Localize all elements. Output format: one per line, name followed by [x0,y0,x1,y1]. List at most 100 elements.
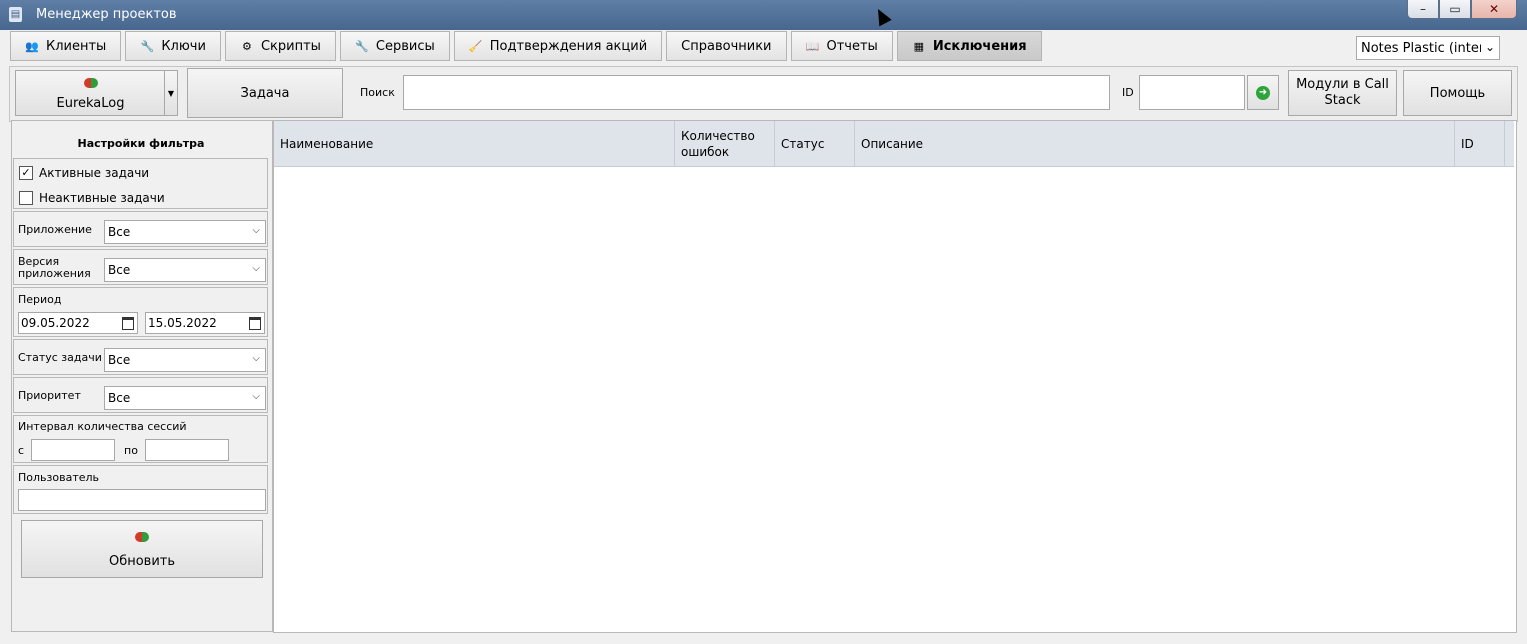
application-select-value: Все [108,225,131,239]
task-status-select-value: Все [108,353,131,367]
priority-group: Приоритет Все ⌵ [13,377,268,413]
priority-label: Приоритет [18,389,81,402]
session-interval-group: Интервал количества сессий с по [13,415,268,463]
users-icon: 👥 [25,39,39,53]
session-from-input[interactable] [31,439,115,461]
tab-references[interactable]: Справочники [666,31,787,61]
chevron-down-icon: ⌄ [1484,40,1495,54]
tab-clients[interactable]: 👥 Клиенты [10,31,122,61]
application-label: Приложение [18,223,92,236]
active-tasks-label: Активные задачи [39,166,150,180]
call-stack-modules-button[interactable]: Модули в Call Stack [1288,70,1397,116]
title-bar: ▤ Менеджер проектов – ▭ ✕ [0,0,1527,30]
user-group: Пользователь [13,465,268,514]
session-from-label: с [18,444,25,457]
wrench-icon: 🔧 [355,39,369,53]
main-tabs: 👥 Клиенты 🔧 Ключи ⚙ Скрипты 🔧 Сервисы 🧹 Подтв… [10,31,1042,61]
window-controls: – ▭ ✕ [1407,0,1517,19]
app-version-select[interactable]: Все ⌵ [104,258,266,282]
arrow-right-icon: ➜ [1256,85,1270,100]
inactive-tasks-label: Неактивные задачи [39,191,165,205]
filter-title: Настройки фильтра [77,137,205,150]
period-from-date[interactable]: 09.05.2022 [18,312,138,334]
table-icon: ▦ [913,39,925,53]
key-icon: 🔧 [140,39,155,53]
app-version-label: Версия приложения [18,255,91,280]
refresh-label: Обновить [108,553,176,569]
tab-keys[interactable]: 🔧 Ключи [125,31,221,61]
active-tasks-checkbox[interactable]: ✓ Активные задачи [19,166,149,180]
eurekalog-button[interactable]: EurekaLog [15,70,165,116]
tab-label: Скрипты [260,38,321,54]
help-button[interactable]: Помощь [1403,70,1512,116]
period-from-value: 09.05.2022 [21,316,90,330]
calendar-icon[interactable] [249,317,261,330]
task-status-group: Статус задачи Все ⌵ [13,339,268,375]
close-button[interactable]: ✕ [1471,0,1517,19]
checkbox-box[interactable] [19,191,33,205]
tab-services[interactable]: 🔧 Сервисы [339,31,450,61]
tab-label: Справочники [681,38,772,54]
checkbox-box[interactable]: ✓ [19,166,33,180]
task-activity-group: ✓ Активные задачи Неактивные задачи [13,158,268,209]
project-select[interactable]: Notes Plastic (interna ⌄ [1356,36,1500,60]
session-to-label: по [124,444,138,457]
priority-select[interactable]: Все ⌵ [104,386,266,410]
chevron-down-icon: ⌵ [252,391,260,402]
go-button[interactable]: ➜ [1247,75,1279,110]
tab-promo-confirmations[interactable]: 🧹 Подтверждения акций [453,31,663,61]
column-header-name[interactable]: Наименование [274,121,675,166]
broom-icon: 🧹 [468,39,483,53]
user-label: Пользователь [18,471,100,484]
task-status-select[interactable]: Все ⌵ [104,348,266,372]
app-version-group: Версия приложения Все ⌵ [13,249,268,285]
period-label: Период [18,293,62,306]
dropdown-arrow-icon: ▼ [167,88,175,98]
search-label: Поиск [360,86,395,99]
grid-header: Наименование Количество ошибок Статус Оп… [274,121,1514,167]
column-header-status[interactable]: Статус [775,121,855,166]
tab-exceptions[interactable]: ▦ Исключения [896,31,1042,61]
window-title: Менеджер проектов [36,7,177,22]
refresh-button[interactable]: Обновить [21,520,263,578]
refresh-icon [83,76,98,90]
search-input[interactable] [403,75,1110,110]
chevron-down-icon: ⌵ [252,263,260,274]
app-version-select-value: Все [108,263,131,277]
minimize-button[interactable]: – [1407,0,1439,19]
session-interval-label: Интервал количества сессий [18,420,187,433]
tab-label: Подтверждения акций [489,38,648,54]
eurekalog-dropdown-button[interactable]: ▼ [164,70,178,116]
priority-select-value: Все [108,391,131,405]
chevron-down-icon: ⌵ [252,225,260,236]
column-header-id[interactable]: ID [1455,121,1505,166]
exceptions-grid[interactable]: Наименование Количество ошибок Статус Оп… [273,120,1517,633]
script-icon: ⚙ [242,39,252,53]
column-header-error-count[interactable]: Количество ошибок [675,121,775,166]
calendar-icon[interactable] [122,317,134,330]
tab-scripts[interactable]: ⚙ Скрипты [224,31,336,61]
application-select[interactable]: Все ⌵ [104,220,266,244]
user-input[interactable] [18,489,266,511]
period-to-value: 15.05.2022 [148,316,217,330]
tab-label: Исключения [932,38,1027,54]
column-header-description[interactable]: Описание [855,121,1455,166]
eurekalog-label: EurekaLog [56,95,125,111]
tab-reports[interactable]: 📖 Отчеты [790,31,893,61]
tab-label: Клиенты [46,38,107,54]
period-to-date[interactable]: 15.05.2022 [145,312,265,334]
task-button[interactable]: Задача [187,68,343,118]
tab-label: Отчеты [826,38,878,54]
report-icon: 📖 [805,39,820,53]
tab-label: Ключи [161,38,206,54]
app-icon: ▤ [9,7,22,22]
application-group: Приложение Все ⌵ [13,211,268,247]
period-group: Период 09.05.2022 15.05.2022 [13,287,268,337]
id-input[interactable] [1139,75,1245,110]
chevron-down-icon: ⌵ [252,353,260,364]
tab-label: Сервисы [375,38,435,54]
maximize-button[interactable]: ▭ [1439,0,1471,19]
session-to-input[interactable] [145,439,229,461]
inactive-tasks-checkbox[interactable]: Неактивные задачи [19,191,165,205]
id-label: ID [1122,86,1134,99]
